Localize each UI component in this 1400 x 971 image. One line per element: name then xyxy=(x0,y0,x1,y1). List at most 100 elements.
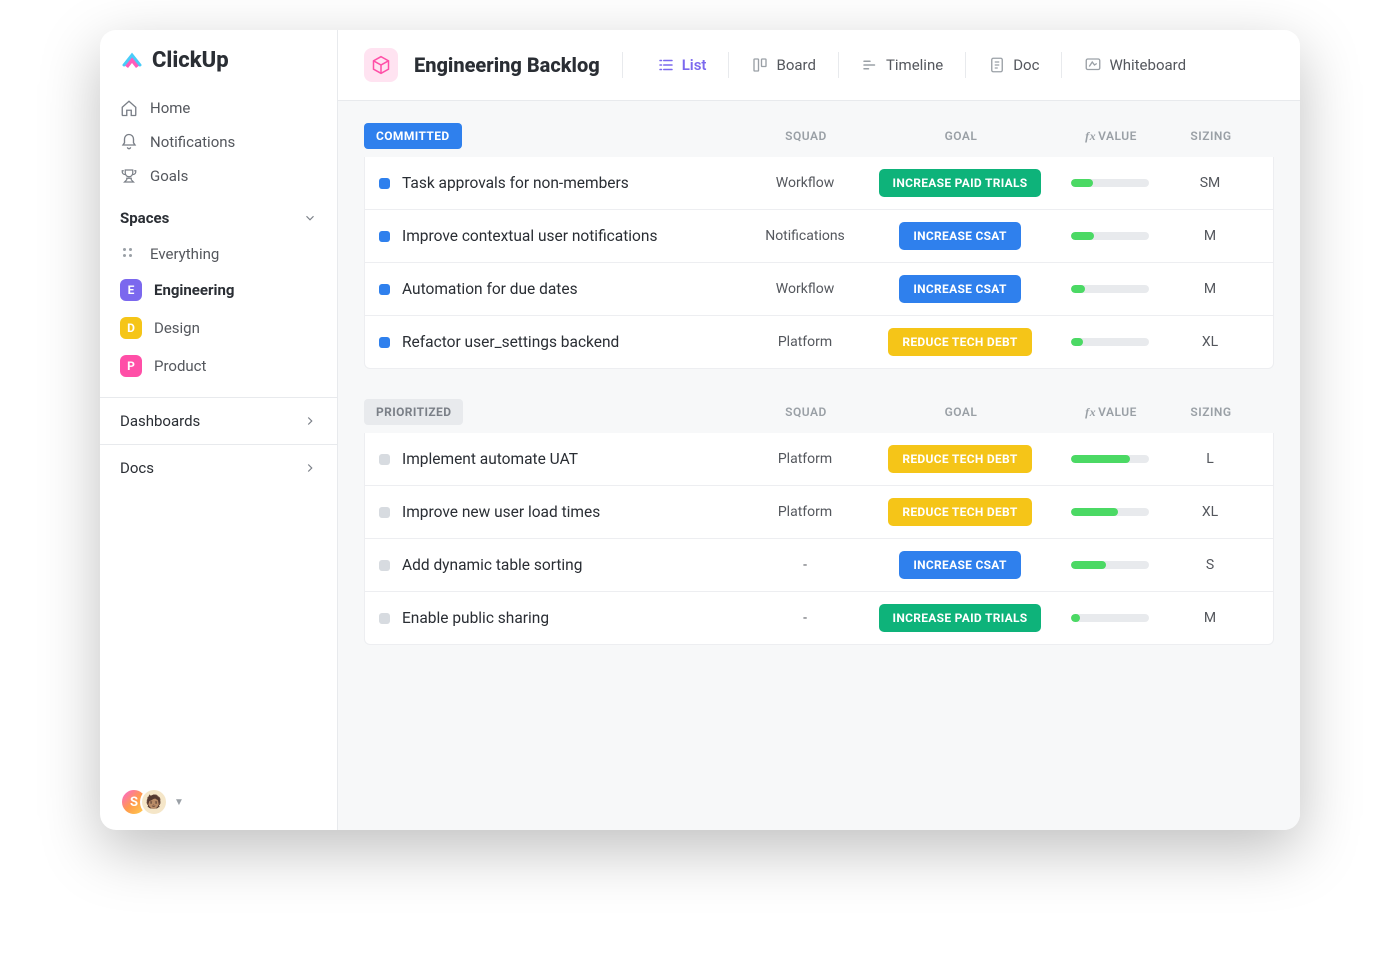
col-goal: GOAL xyxy=(866,129,1056,143)
space-badge: E xyxy=(120,279,142,301)
task-title: Implement automate UAT xyxy=(402,450,578,468)
content-area: COMMITTED SQUAD GOAL fxVALUE SIZING Task… xyxy=(338,101,1300,697)
space-label: Design xyxy=(154,319,200,337)
view-tab-label: Doc xyxy=(1013,56,1039,74)
sidebar-item-home[interactable]: Home xyxy=(100,91,337,125)
goal-badge: REDUCE TECH DEBT xyxy=(888,498,1031,526)
status-pill[interactable]: COMMITTED xyxy=(364,123,462,149)
task-row[interactable]: Refactor user_settings backend Platform … xyxy=(364,316,1274,369)
task-squad: Workflow xyxy=(745,175,865,191)
space-badge: P xyxy=(120,355,142,377)
col-value: fxVALUE xyxy=(1056,129,1166,144)
value-bar xyxy=(1071,232,1149,240)
task-sizing: XL xyxy=(1165,334,1255,350)
view-tab-label: Timeline xyxy=(886,56,943,74)
view-tab-label: Board xyxy=(776,56,815,74)
space-label: Engineering xyxy=(154,281,234,299)
brand-name: ClickUp xyxy=(152,48,229,73)
task-group: COMMITTED SQUAD GOAL fxVALUE SIZING Task… xyxy=(364,123,1274,369)
view-tabs: List Board Timeline Doc Whiteboard xyxy=(645,50,1198,80)
sidebar-link-docs[interactable]: Docs xyxy=(100,444,337,491)
task-squad: Platform xyxy=(745,334,865,350)
user-avatars[interactable]: S 🧑🏽 ▼ xyxy=(100,788,337,816)
value-bar xyxy=(1071,508,1149,516)
link-label: Dashboards xyxy=(120,412,200,430)
main-area: Engineering Backlog List Board Timeline … xyxy=(338,30,1300,830)
task-row[interactable]: Implement automate UAT Platform REDUCE T… xyxy=(364,433,1274,486)
task-row[interactable]: Automation for due dates Workflow INCREA… xyxy=(364,263,1274,316)
status-dot xyxy=(379,613,390,624)
col-sizing: SIZING xyxy=(1166,129,1256,143)
link-label: Docs xyxy=(120,459,154,477)
status-dot xyxy=(379,178,390,189)
view-tab-whiteboard[interactable]: Whiteboard xyxy=(1072,50,1198,80)
task-squad: - xyxy=(745,610,865,626)
brand-logo[interactable]: ClickUp xyxy=(100,48,337,91)
bell-icon xyxy=(120,133,138,151)
page-icon xyxy=(364,48,398,82)
spaces-label: Spaces xyxy=(120,209,169,227)
goal-badge: INCREASE CSAT xyxy=(899,222,1020,250)
page-title: Engineering Backlog xyxy=(414,53,600,77)
task-row[interactable]: Improve contextual user notifications No… xyxy=(364,210,1274,263)
nav-label: Notifications xyxy=(150,133,235,151)
box-icon xyxy=(371,55,391,75)
status-dot xyxy=(379,560,390,571)
task-squad: Platform xyxy=(745,504,865,520)
view-tab-label: Whiteboard xyxy=(1109,56,1186,74)
task-sizing: S xyxy=(1165,557,1255,573)
chevron-right-icon xyxy=(303,461,317,475)
avatar: 🧑🏽 xyxy=(140,788,168,816)
value-bar xyxy=(1071,455,1149,463)
col-squad: SQUAD xyxy=(746,129,866,143)
goal-badge: REDUCE TECH DEBT xyxy=(888,328,1031,356)
col-squad: SQUAD xyxy=(746,405,866,419)
task-title: Add dynamic table sorting xyxy=(402,556,582,574)
status-dot xyxy=(379,507,390,518)
view-tab-doc[interactable]: Doc xyxy=(976,50,1051,80)
value-bar xyxy=(1071,285,1149,293)
sidebar-space-engineering[interactable]: E Engineering xyxy=(100,271,337,309)
caret-down-icon: ▼ xyxy=(174,797,184,808)
view-tab-timeline[interactable]: Timeline xyxy=(849,50,955,80)
goal-badge: INCREASE PAID TRIALS xyxy=(879,169,1042,197)
list-icon xyxy=(657,56,675,74)
task-row[interactable]: Improve new user load times Platform RED… xyxy=(364,486,1274,539)
status-dot xyxy=(379,231,390,242)
clickup-logo-icon xyxy=(120,49,144,73)
task-squad: Workflow xyxy=(745,281,865,297)
sidebar-item-everything[interactable]: Everything xyxy=(100,237,337,271)
view-tab-label: List xyxy=(682,56,707,74)
grid-icon xyxy=(120,245,138,263)
sidebar-space-product[interactable]: P Product xyxy=(100,347,337,385)
task-row[interactable]: Enable public sharing - INCREASE PAID TR… xyxy=(364,592,1274,645)
value-bar xyxy=(1071,614,1149,622)
task-sizing: L xyxy=(1165,451,1255,467)
sidebar-space-design[interactable]: D Design xyxy=(100,309,337,347)
sidebar-item-goals[interactable]: Goals xyxy=(100,159,337,193)
task-title: Refactor user_settings backend xyxy=(402,333,619,351)
col-sizing: SIZING xyxy=(1166,405,1256,419)
spaces-header[interactable]: Spaces xyxy=(100,193,337,237)
divider xyxy=(622,52,623,78)
task-sizing: SM xyxy=(1165,175,1255,191)
nav-label: Home xyxy=(150,99,190,117)
status-pill[interactable]: PRIORITIZED xyxy=(364,399,463,425)
task-row[interactable]: Task approvals for non-members Workflow … xyxy=(364,157,1274,210)
space-label: Product xyxy=(154,357,206,375)
goal-badge: INCREASE CSAT xyxy=(899,551,1020,579)
value-bar xyxy=(1071,338,1149,346)
nav-label: Goals xyxy=(150,167,188,185)
status-dot xyxy=(379,284,390,295)
view-tab-list[interactable]: List xyxy=(645,50,719,80)
view-tab-board[interactable]: Board xyxy=(739,50,827,80)
task-row[interactable]: Add dynamic table sorting - INCREASE CSA… xyxy=(364,539,1274,592)
divider xyxy=(728,52,729,78)
goal-badge: INCREASE CSAT xyxy=(899,275,1020,303)
sidebar-item-notifications[interactable]: Notifications xyxy=(100,125,337,159)
everything-label: Everything xyxy=(150,245,219,263)
task-sizing: M xyxy=(1165,281,1255,297)
sidebar-link-dashboards[interactable]: Dashboards xyxy=(100,397,337,444)
task-title: Improve new user load times xyxy=(402,503,600,521)
chevron-down-icon xyxy=(303,211,317,225)
